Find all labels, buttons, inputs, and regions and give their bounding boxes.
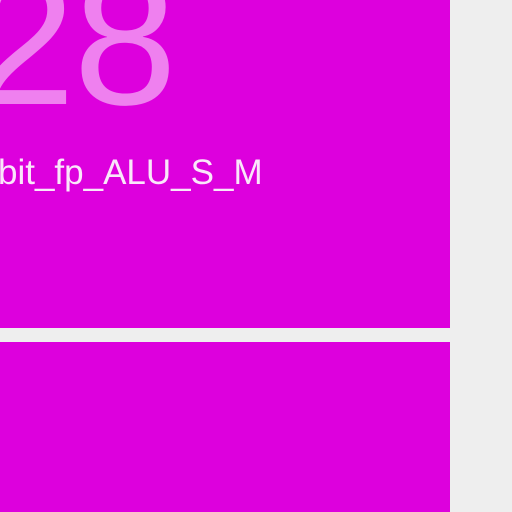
- tile-list-screen: 28 bit_fp_ALU_S_M: [0, 0, 512, 512]
- tile-label: bit_fp_ALU_S_M: [0, 153, 263, 192]
- tile-number: 28: [0, 0, 177, 144]
- tile-bit-fp-alu-s-m[interactable]: 28 bit_fp_ALU_S_M: [0, 0, 450, 328]
- tile-next[interactable]: [0, 342, 450, 512]
